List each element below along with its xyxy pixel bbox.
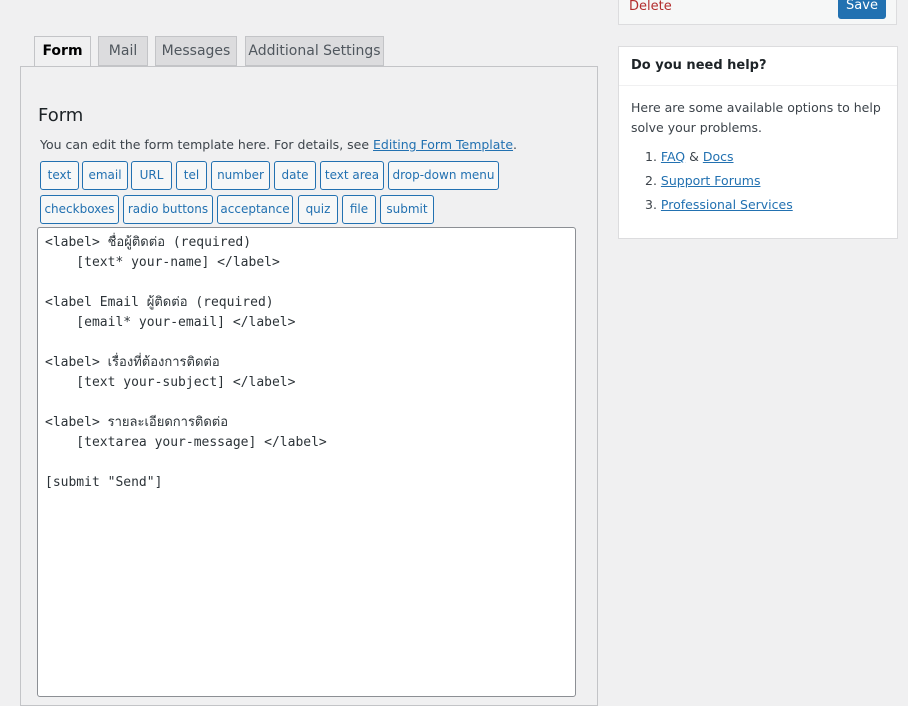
panel-description: You can edit the form template here. For… bbox=[40, 137, 517, 152]
publish-box: Delete Save bbox=[618, 0, 897, 25]
help-divider bbox=[619, 85, 897, 86]
list-item: 2. Support Forums bbox=[645, 171, 793, 195]
tag-button-url[interactable]: URL bbox=[131, 161, 172, 190]
list-item: 3. Professional Services bbox=[645, 195, 793, 219]
delete-link[interactable]: Delete bbox=[629, 0, 672, 14]
tag-button-date[interactable]: date bbox=[274, 161, 316, 190]
tag-button-tel[interactable]: tel bbox=[176, 161, 207, 190]
tag-button-submit[interactable]: submit bbox=[380, 195, 434, 224]
description-suffix: . bbox=[513, 137, 518, 152]
editing-form-template-link[interactable]: Editing Form Template bbox=[373, 137, 513, 152]
tab-mail[interactable]: Mail bbox=[98, 36, 148, 66]
tag-button-text[interactable]: text bbox=[40, 161, 79, 190]
faq-link[interactable]: FAQ bbox=[661, 149, 685, 164]
support-forums-link[interactable]: Support Forums bbox=[661, 173, 761, 188]
tag-button-file[interactable]: file bbox=[342, 195, 376, 224]
tag-button-radio-buttons[interactable]: radio buttons bbox=[123, 195, 213, 224]
help-title: Do you need help? bbox=[631, 58, 767, 73]
tag-button-dropdown-menu[interactable]: drop-down menu bbox=[388, 161, 499, 190]
list-item: 1. FAQ & Docs bbox=[645, 147, 793, 171]
tab-additional-settings[interactable]: Additional Settings bbox=[245, 36, 384, 66]
tab-messages[interactable]: Messages bbox=[155, 36, 237, 66]
tab-form[interactable]: Form bbox=[34, 36, 91, 67]
list-number: 2. bbox=[645, 173, 657, 188]
panel-title: Form bbox=[38, 105, 84, 126]
help-text: Here are some available options to help … bbox=[631, 100, 881, 135]
tag-button-checkboxes[interactable]: checkboxes bbox=[40, 195, 119, 224]
form-template-editor[interactable]: <label> ชื่อผู้ติดต่อ (required) [text* … bbox=[37, 227, 576, 697]
tag-button-number[interactable]: number bbox=[211, 161, 270, 190]
help-links-list: 1. FAQ & Docs 2. Support Forums 3. Profe… bbox=[631, 147, 793, 219]
list-number: 1. bbox=[645, 149, 657, 164]
save-button[interactable]: Save bbox=[838, 0, 886, 19]
professional-services-link[interactable]: Professional Services bbox=[661, 197, 793, 212]
form-panel: Form You can edit the form template here… bbox=[20, 66, 598, 706]
list-number: 3. bbox=[645, 197, 657, 212]
tag-button-email[interactable]: email bbox=[82, 161, 128, 190]
tag-button-textarea[interactable]: text area bbox=[320, 161, 384, 190]
tag-button-quiz[interactable]: quiz bbox=[298, 195, 338, 224]
docs-link[interactable]: Docs bbox=[703, 149, 734, 164]
description-text: You can edit the form template here. For… bbox=[40, 137, 374, 152]
tag-button-acceptance[interactable]: acceptance bbox=[217, 195, 293, 224]
link-separator: & bbox=[685, 149, 703, 164]
help-box: Do you need help? Here are some availabl… bbox=[618, 46, 898, 239]
